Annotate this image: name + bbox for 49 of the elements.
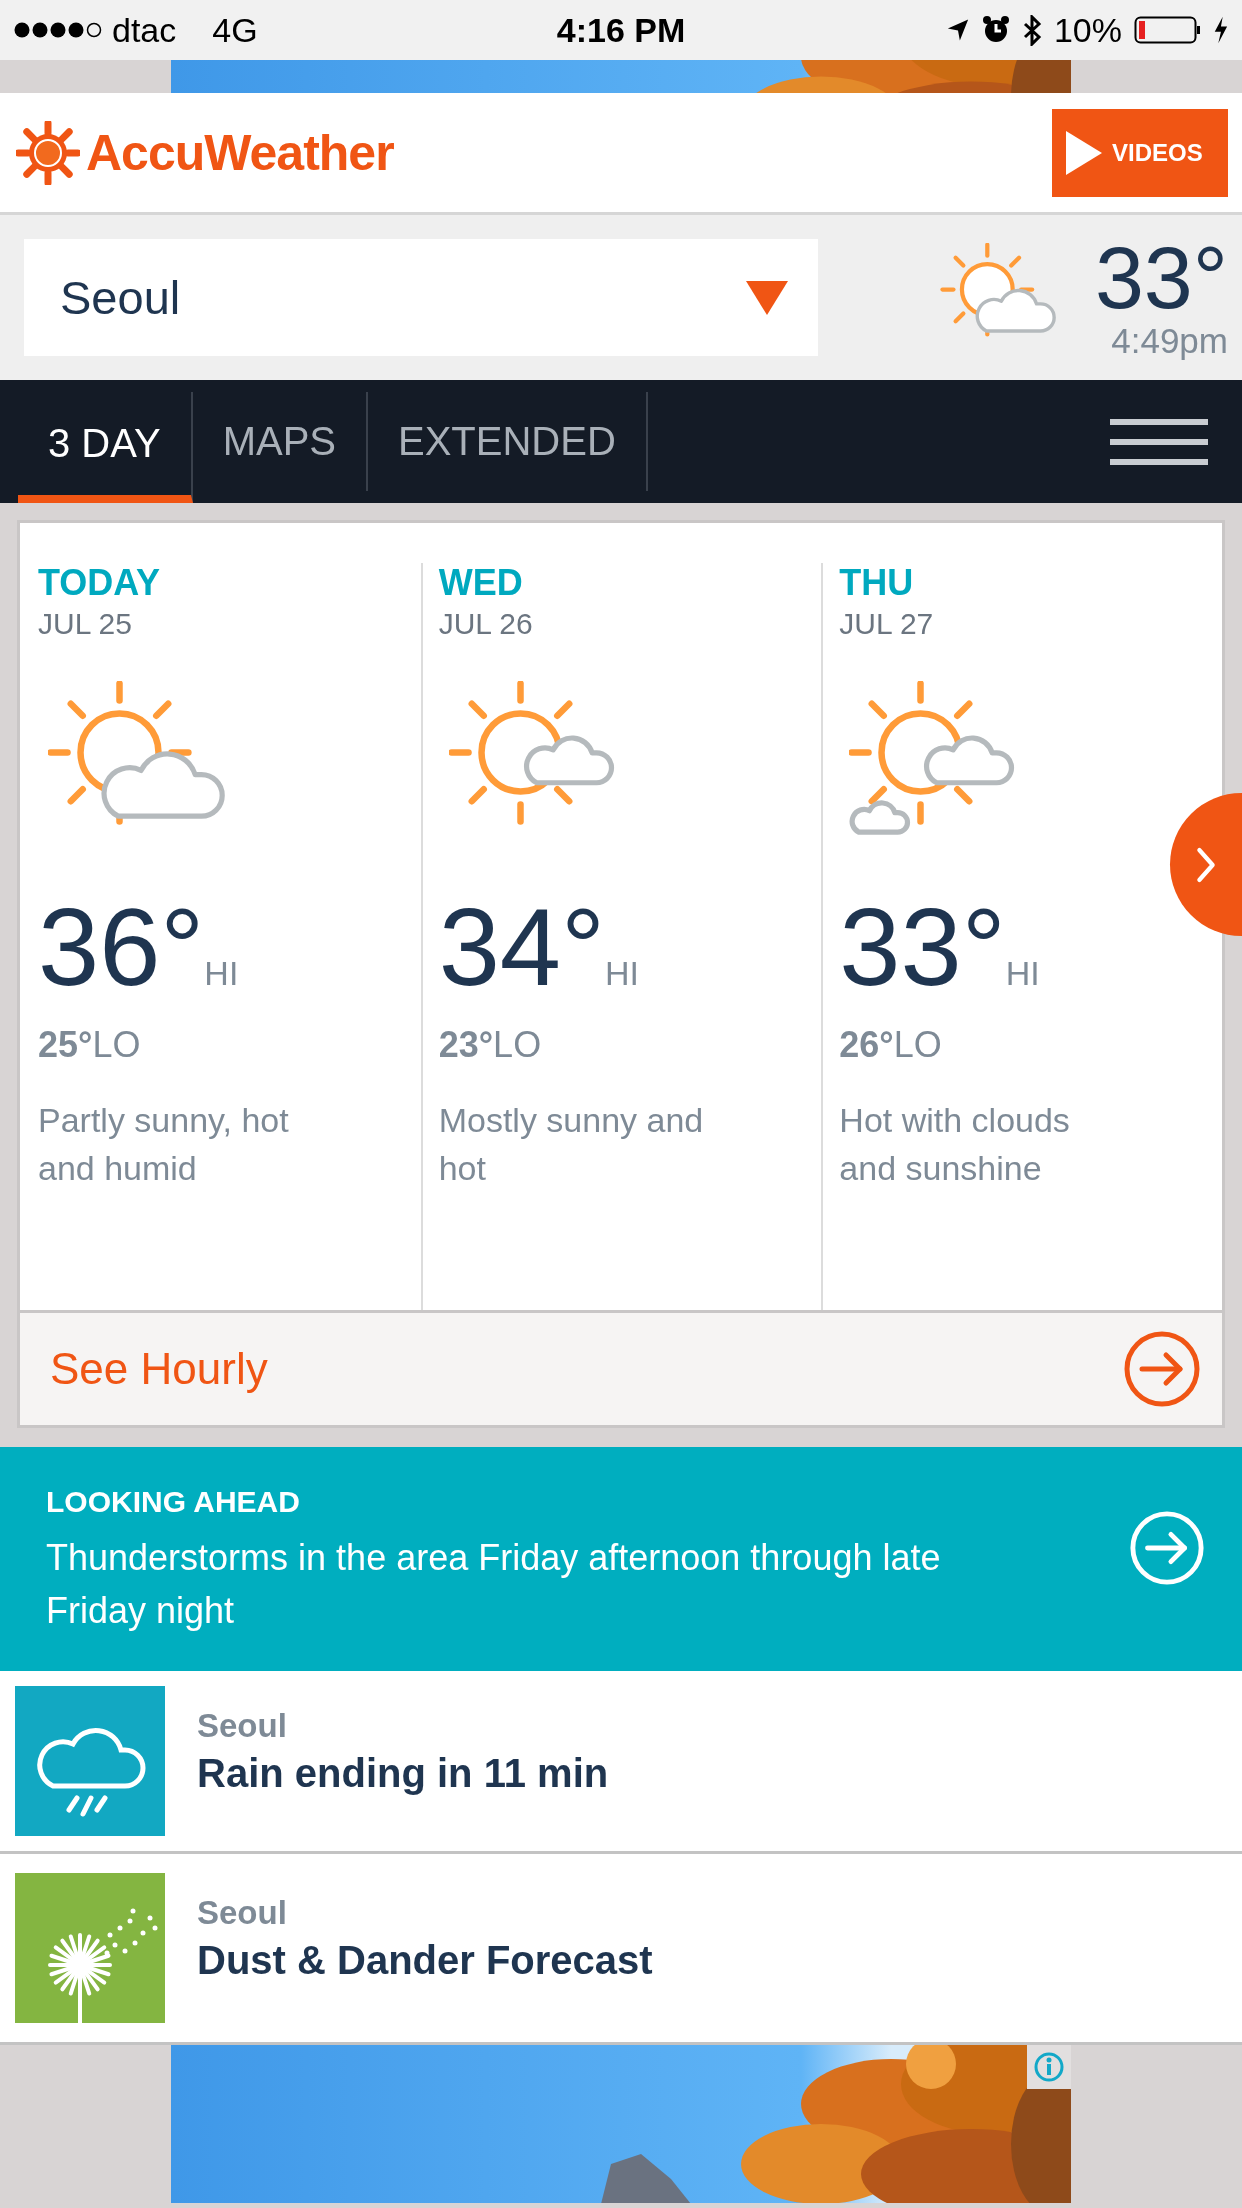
carrier: dtac <box>112 10 177 50</box>
alarm-clock-icon <box>981 16 1010 44</box>
arrow-circle-icon[interactable] <box>1128 1509 1206 1587</box>
charging-icon <box>1213 16 1228 44</box>
dropdown-arrow-icon <box>746 280 788 315</box>
day-date: JUL 26 <box>438 607 533 641</box>
low-temperature: 26° <box>839 1024 894 1066</box>
card-title[interactable]: Dust & Dander Forecast <box>197 1937 653 1983</box>
high-temperature: 36° <box>38 892 205 1002</box>
logo-text: AccuWeather <box>86 123 394 182</box>
signal-icon <box>14 20 102 40</box>
forecast-phrase: Mostly sunny and hot <box>438 1100 705 1189</box>
day-name: WED <box>438 563 523 603</box>
tab[interactable]: MAPS <box>192 392 368 491</box>
rain-cloud-icon <box>15 1686 165 1836</box>
location-dropdown[interactable]: Seoul <box>24 239 818 356</box>
forecast-phrase: Hot with clouds and sunshine <box>839 1100 1071 1189</box>
low-label: LO <box>92 1024 141 1066</box>
low-temperature: 23° <box>438 1024 494 1066</box>
network-type: 4G <box>212 10 258 50</box>
tab[interactable]: EXTENDED <box>368 392 648 491</box>
high-label: HI <box>605 954 639 993</box>
observation-time: 4:49pm <box>1111 320 1228 361</box>
play-icon <box>1064 128 1104 177</box>
bluetooth-icon <box>1021 14 1042 46</box>
high-label: HI <box>1005 954 1040 993</box>
low-label: LO <box>893 1024 942 1066</box>
low-temperature: 25° <box>38 1024 93 1066</box>
forecast-summary: Thunderstorms in the area Friday afternoon through late Friday night <box>46 1536 942 1633</box>
forecast-phrase: Partly sunny, hot and humid <box>38 1100 290 1189</box>
battery-icon <box>1134 16 1201 44</box>
battery-percent: 10% <box>1053 10 1122 50</box>
day-date: JUL 25 <box>38 607 132 641</box>
day-date: JUL 27 <box>839 607 934 641</box>
card-title[interactable]: Rain ending in 11 min <box>197 1750 609 1796</box>
menu-icon[interactable] <box>1110 418 1208 465</box>
sun-logo-icon <box>16 120 80 185</box>
high-temperature: 33° <box>839 892 1006 1002</box>
current-temperature: 33° <box>1094 234 1228 321</box>
day-name: TODAY <box>38 563 161 603</box>
day-name: THU <box>839 563 914 603</box>
card-location: Seoul <box>197 1893 288 1932</box>
low-label: LO <box>493 1024 542 1066</box>
arrow-circle-icon[interactable] <box>1122 1329 1202 1409</box>
high-temperature: 34° <box>438 892 605 1002</box>
high-label: HI <box>204 954 239 993</box>
card-location: Seoul <box>197 1706 288 1745</box>
clock: 4:16 PM <box>556 10 686 49</box>
section-heading: LOOKING AHEAD <box>46 1485 301 1519</box>
